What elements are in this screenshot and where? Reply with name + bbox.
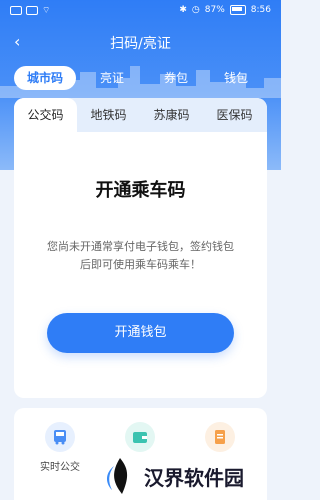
card-title: 开通乘车码 xyxy=(95,180,186,201)
tab-wallet[interactable]: 钱包 xyxy=(216,66,256,90)
code-card: 公交码 地铁码 苏康码 医保码 开通乘车码 您尚未开通常享付电子钱包，签约钱包后… xyxy=(14,98,267,398)
tab-show-cert[interactable]: 亮证 xyxy=(92,66,132,90)
watermark-logo xyxy=(107,458,128,494)
subtab-bus-code[interactable]: 公交码 xyxy=(14,98,77,132)
top-tabs: 城市码 亮证 券包 钱包 xyxy=(14,66,267,90)
watermark: 汉界软件园 xyxy=(100,452,281,500)
nav-bar: ‹ 扫码/亮证 xyxy=(0,28,281,58)
battery-icon xyxy=(229,5,246,15)
bluetooth-icon: ✱ xyxy=(179,5,187,15)
wifi-icon: ⌔ xyxy=(42,6,51,16)
subtab-insurance-code[interactable]: 医保码 xyxy=(203,98,266,132)
wallet-icon xyxy=(125,422,155,452)
battery-percent: 87% xyxy=(204,5,225,15)
service-label: 实时公交 xyxy=(40,462,80,473)
subtab-metro-code[interactable]: 地铁码 xyxy=(77,98,140,132)
service-realtime-bus[interactable]: 实时公交 xyxy=(30,422,90,473)
tab-city-code[interactable]: 城市码 xyxy=(14,66,76,90)
page-title: 扫码/亮证 xyxy=(110,36,171,52)
document-icon xyxy=(205,422,235,452)
watermark-text: 汉界软件园 xyxy=(144,465,244,490)
status-bar: ⌔ ✱ ◷ 87% 8:56 xyxy=(0,0,281,22)
service-document[interactable] xyxy=(190,422,250,452)
status-time: 8:56 xyxy=(250,5,271,15)
bus-icon xyxy=(45,422,75,452)
subtab-health-code[interactable]: 苏康码 xyxy=(140,98,203,132)
open-wallet-button[interactable]: 开通钱包 xyxy=(47,313,234,353)
alarm-icon: ◷ xyxy=(191,5,200,15)
signal-icon-2 xyxy=(26,6,38,15)
tab-coupons[interactable]: 券包 xyxy=(156,66,196,90)
card-description: 您尚未开通常享付电子钱包，签约钱包后即可使用乘车码乘车！ xyxy=(47,240,234,271)
service-wallet[interactable] xyxy=(110,422,170,452)
sub-tabs: 公交码 地铁码 苏康码 医保码 xyxy=(14,98,267,132)
signal-icon xyxy=(10,6,22,15)
